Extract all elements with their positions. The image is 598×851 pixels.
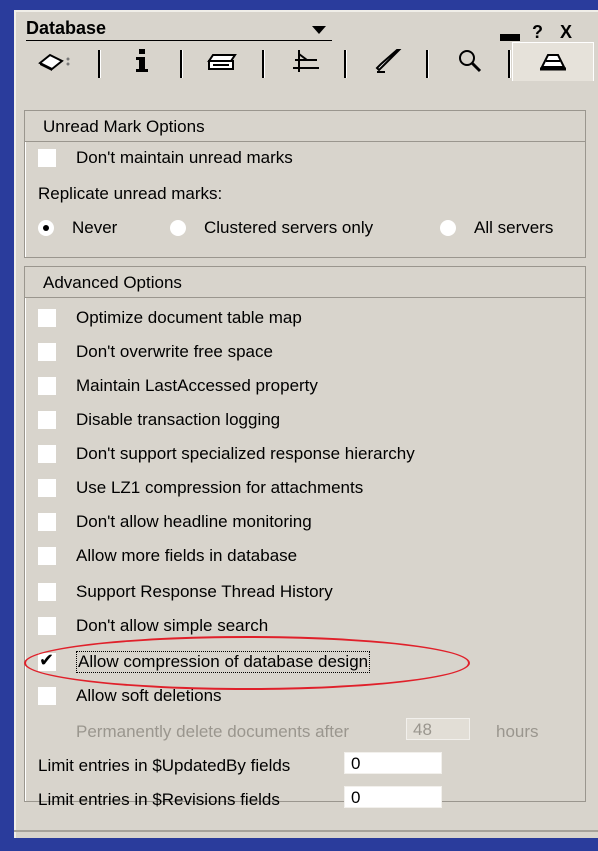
tab-strip <box>18 42 594 81</box>
radio-never[interactable]: Never <box>38 218 117 238</box>
tab-separator <box>508 50 510 78</box>
minimize-icon[interactable] <box>500 34 520 41</box>
panel-title[interactable]: Database <box>26 18 106 39</box>
option-more-fields[interactable]: Allow more fields in database <box>38 544 297 568</box>
checkbox[interactable] <box>38 547 56 565</box>
tab-separator <box>426 50 428 78</box>
option-label: Disable transaction logging <box>76 410 281 429</box>
tab-index[interactable] <box>430 44 510 78</box>
perm-delete-label: Permanently delete documents after <box>76 722 350 741</box>
revisions-field[interactable]: 0 <box>344 786 442 808</box>
revisions-label: Limit entries in $Revisions fields <box>38 790 280 809</box>
printer-icon <box>207 54 237 70</box>
tab-print[interactable] <box>184 44 264 78</box>
tab-info[interactable] <box>102 44 182 78</box>
help-button[interactable]: ? <box>532 22 543 43</box>
checkbox[interactable] <box>38 411 56 429</box>
radio-button[interactable] <box>170 220 186 236</box>
title-bar: Database ? X <box>14 12 584 43</box>
option-simple-search[interactable]: Don't allow simple search <box>38 614 268 638</box>
info-icon <box>136 49 148 72</box>
radio-all[interactable]: All servers <box>440 218 553 238</box>
replicate-radio-group: Never Clustered servers only All servers <box>38 216 578 240</box>
tab-design[interactable] <box>266 44 346 78</box>
option-lz1-compression[interactable]: Use LZ1 compression for attachments <box>38 476 363 500</box>
tab-basics[interactable] <box>18 44 98 78</box>
chevron-down-icon[interactable] <box>312 26 326 34</box>
updatedby-field[interactable]: 0 <box>344 752 442 774</box>
radio-label: Clustered servers only <box>204 218 374 237</box>
option-headline-monitoring[interactable]: Don't allow headline monitoring <box>38 510 312 534</box>
tab-separator <box>344 50 346 78</box>
rocket-icon <box>375 49 402 73</box>
tab-launch[interactable] <box>348 44 428 78</box>
checkbox[interactable] <box>38 617 56 635</box>
checkbox[interactable] <box>38 687 56 705</box>
title-underline <box>26 40 332 41</box>
tab-separator <box>180 50 182 78</box>
radio-label: All servers <box>474 218 554 237</box>
radio-clustered[interactable]: Clustered servers only <box>170 218 373 238</box>
ruler-icon <box>293 50 319 72</box>
checkbox-label: Don't maintain unread marks <box>76 148 293 167</box>
advanced-group-header: Advanced Options <box>25 267 585 298</box>
tab-advanced[interactable] <box>512 42 594 81</box>
replicate-label: Replicate unread marks: <box>38 182 222 206</box>
advanced-group-title: Advanced Options <box>43 273 182 292</box>
option-optimize-table-map[interactable]: Optimize document table map <box>38 306 302 330</box>
tab-separator <box>262 50 264 78</box>
unread-group-header: Unread Mark Options <box>25 111 585 142</box>
checkbox[interactable] <box>38 513 56 531</box>
red-ellipse-annotation <box>24 636 470 690</box>
unread-group-title: Unread Mark Options <box>43 117 205 136</box>
perm-delete-days-field: 48 <box>406 718 470 740</box>
checkbox[interactable] <box>38 445 56 463</box>
option-dont-overwrite-free-space[interactable]: Don't overwrite free space <box>38 340 273 364</box>
option-label: Optimize document table map <box>76 308 302 327</box>
checkbox[interactable] <box>38 377 56 395</box>
option-response-hierarchy[interactable]: Don't support specialized response hiera… <box>38 442 415 466</box>
checkbox[interactable] <box>38 479 56 497</box>
option-disable-transaction-logging[interactable]: Disable transaction logging <box>38 408 280 432</box>
option-label: Allow more fields in database <box>76 546 298 565</box>
option-label: Don't allow simple search <box>76 616 269 635</box>
option-thread-history[interactable]: Support Response Thread History <box>38 580 333 604</box>
book-icon <box>38 53 70 71</box>
radio-button[interactable] <box>440 220 456 236</box>
replicate-label-text: Replicate unread marks: <box>38 184 223 203</box>
hat-icon <box>540 54 566 71</box>
checkbox[interactable] <box>38 309 56 327</box>
updatedby-label: Limit entries in $UpdatedBy fields <box>38 756 291 775</box>
checkbox[interactable] <box>38 583 56 601</box>
option-label: Don't overwrite free space <box>76 342 273 361</box>
option-maintain-lastaccessed[interactable]: Maintain LastAccessed property <box>38 374 318 398</box>
radio-button[interactable] <box>38 220 54 236</box>
hours-label: hours <box>496 722 539 741</box>
radio-label: Never <box>72 218 118 237</box>
panel-bottom-edge <box>14 830 598 832</box>
checkbox[interactable] <box>38 343 56 361</box>
option-label: Don't allow headline monitoring <box>76 512 312 531</box>
tab-separator <box>98 50 100 78</box>
option-label: Don't support specialized response hiera… <box>76 444 415 463</box>
option-label: Support Response Thread History <box>76 582 333 601</box>
dont-maintain-unread-checkbox[interactable]: Don't maintain unread marks <box>38 146 293 170</box>
checkbox[interactable] <box>38 149 56 167</box>
option-label: Use LZ1 compression for attachments <box>76 478 364 497</box>
option-label: Maintain LastAccessed property <box>76 376 318 395</box>
magnifier-icon <box>459 50 482 73</box>
close-button[interactable]: X <box>560 22 572 43</box>
